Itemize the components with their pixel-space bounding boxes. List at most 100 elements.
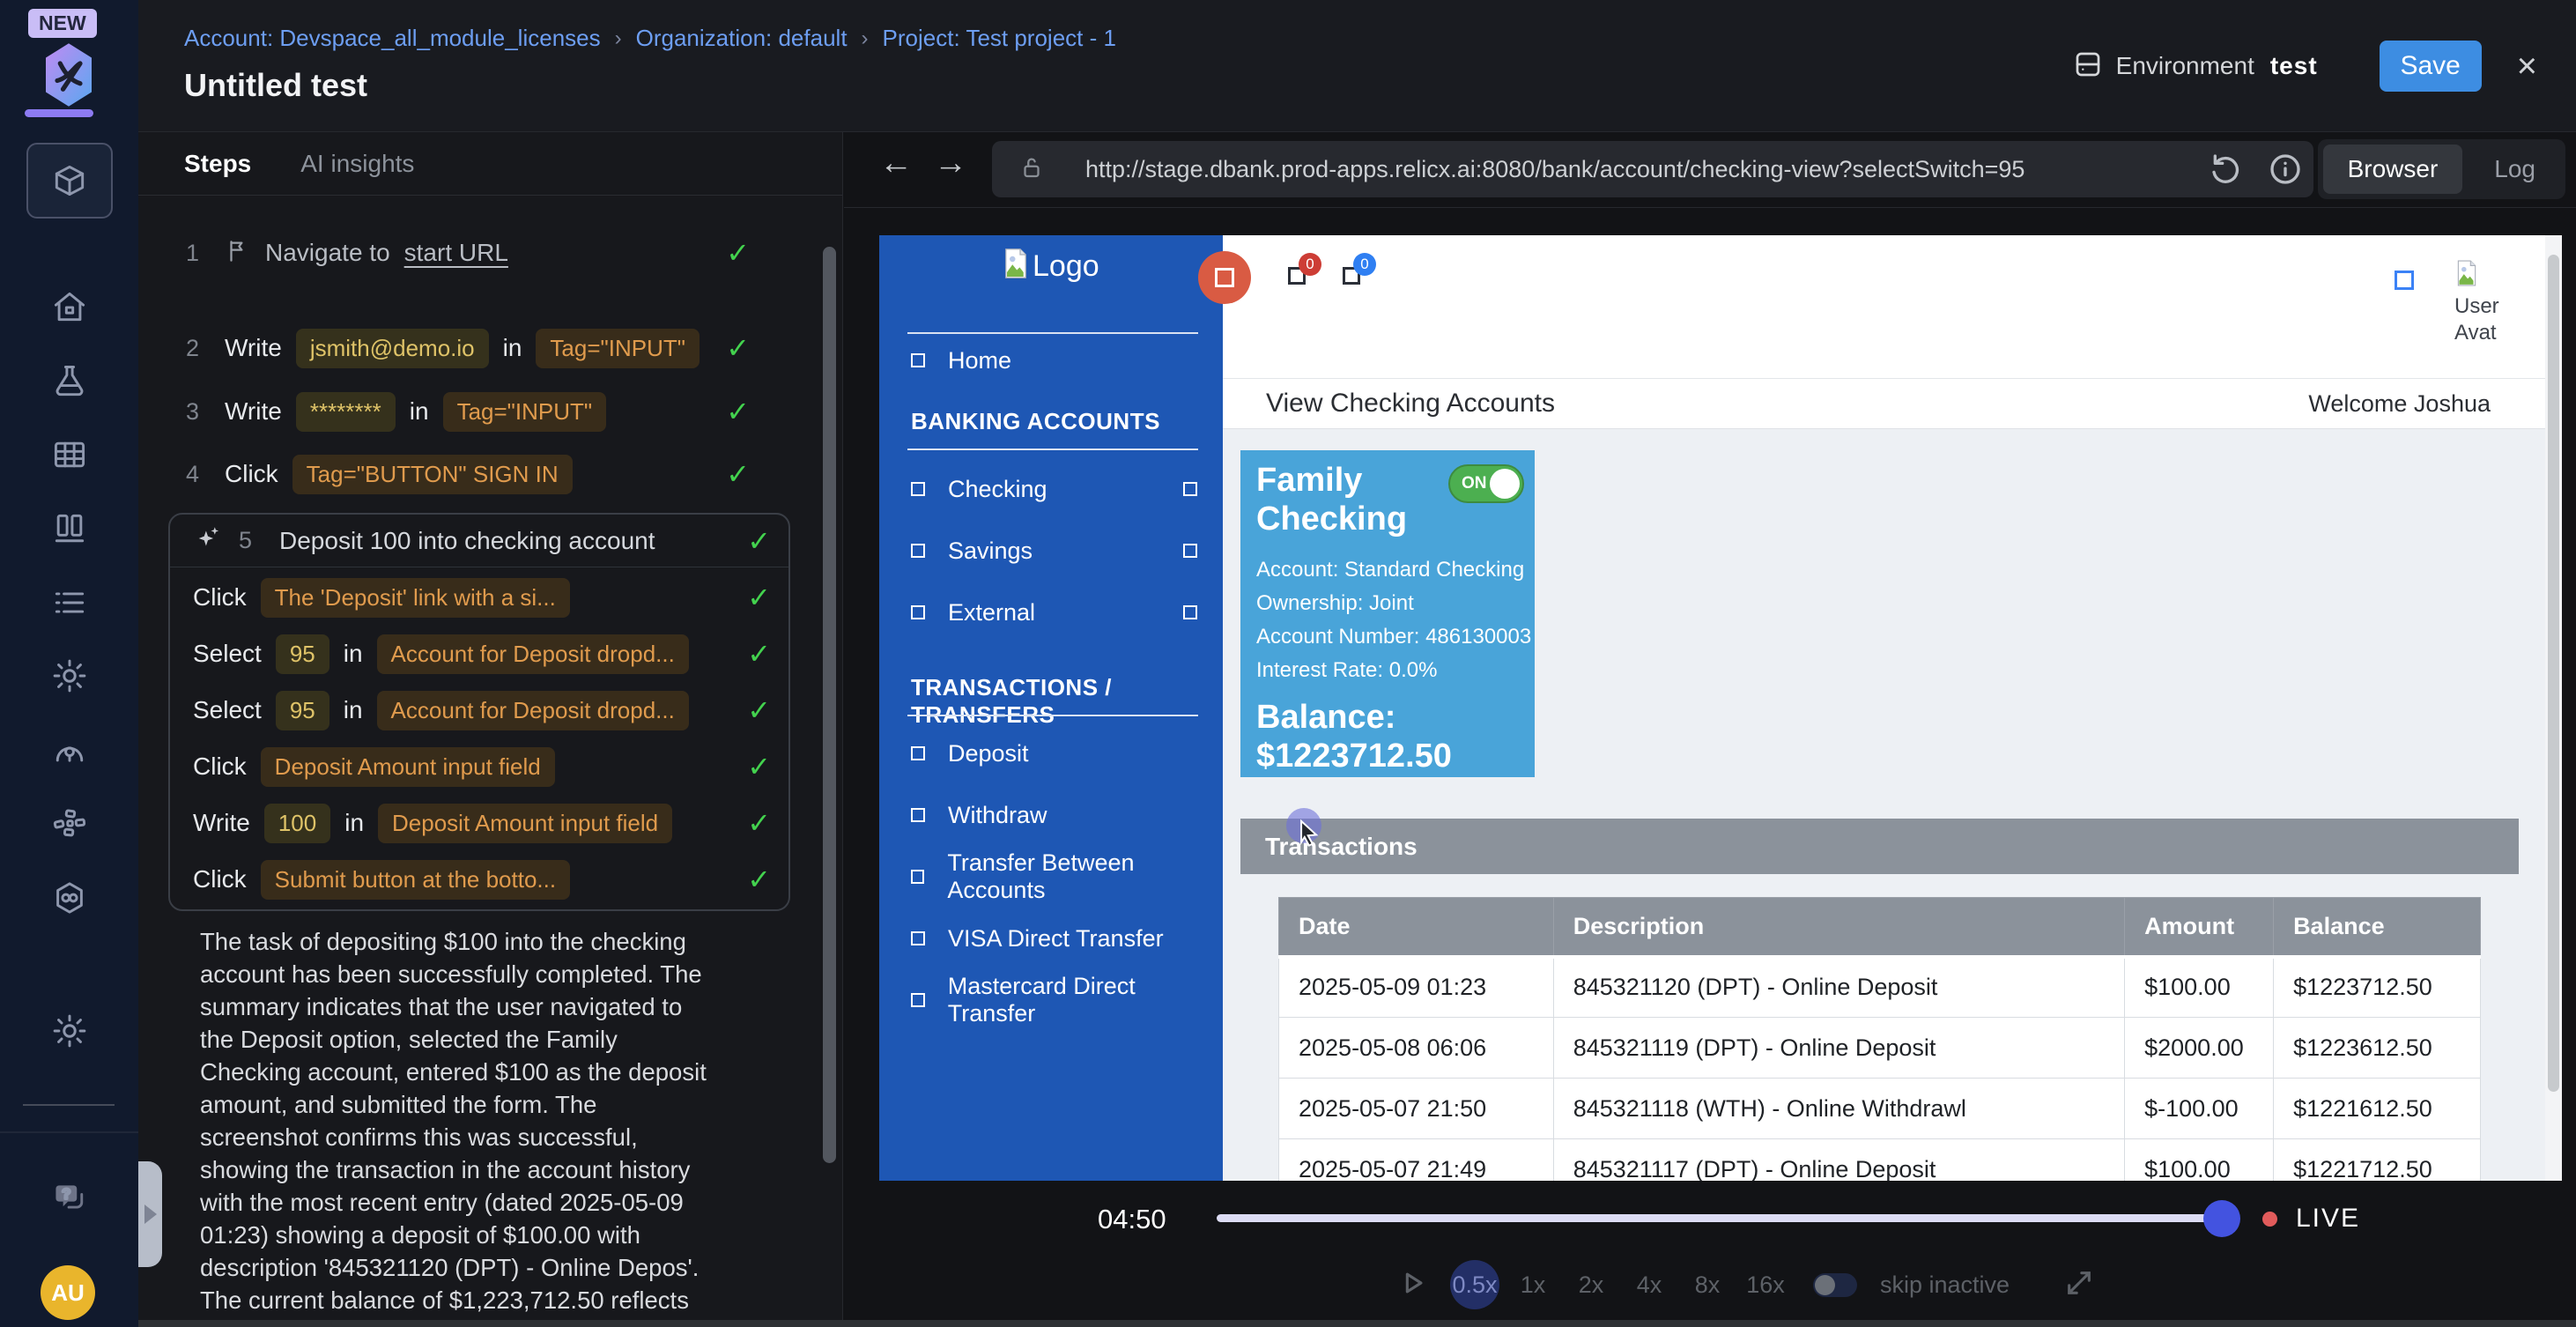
step-target-badge[interactable]: Deposit Amount input field bbox=[261, 747, 555, 787]
tab-ai-insights[interactable]: AI insights bbox=[300, 150, 414, 178]
sidebar-item-home[interactable] bbox=[43, 280, 96, 333]
speed-option-8x[interactable]: 8x bbox=[1683, 1271, 1732, 1299]
nav-item-right-icon[interactable] bbox=[1183, 544, 1197, 558]
step-row[interactable]: Write100inDeposit Amount input field✓ bbox=[170, 800, 788, 846]
tab-log[interactable]: Log bbox=[2469, 145, 2560, 194]
speed-option-16x[interactable]: 16x bbox=[1741, 1271, 1790, 1299]
step-target-badge[interactable]: Account for Deposit dropd... bbox=[377, 634, 689, 674]
speed-option-2x[interactable]: 2x bbox=[1566, 1271, 1616, 1299]
transactions-section-header[interactable]: Transactions bbox=[1240, 819, 2519, 874]
bank-logo[interactable]: Logo bbox=[1003, 248, 1099, 284]
playback-knob[interactable] bbox=[2203, 1200, 2240, 1237]
app-logo-icon[interactable] bbox=[32, 41, 106, 114]
step-row[interactable]: 4ClickTag="BUTTON" SIGN IN✓ bbox=[138, 452, 842, 496]
bank-nav-item-visa-direct-transfer[interactable]: VISA Direct Transfer bbox=[879, 916, 1223, 961]
user-avatar[interactable]: User Avat bbox=[2454, 260, 2525, 346]
breadcrumb-item[interactable]: Account: Devspace_all_module_licenses bbox=[184, 25, 601, 52]
step-row[interactable]: 2Writejsmith@demo.ioinTag="INPUT"✓ bbox=[138, 326, 842, 370]
bank-nav-item-deposit[interactable]: Deposit bbox=[879, 730, 1223, 776]
column-header-date[interactable]: Date bbox=[1279, 898, 1554, 957]
step-target-badge[interactable]: Tag="INPUT" bbox=[443, 392, 607, 432]
sidebar-item-package[interactable] bbox=[26, 143, 113, 219]
bottom-scrollbar[interactable] bbox=[138, 1320, 2576, 1327]
breadcrumb-item[interactable]: Project: Test project - 1 bbox=[883, 25, 1116, 52]
info-icon[interactable] bbox=[2268, 152, 2303, 191]
table-row[interactable]: 2025-05-07 21:50845321118 (WTH) - Online… bbox=[1279, 1079, 2481, 1139]
step-value-badge[interactable]: jsmith@demo.io bbox=[296, 329, 489, 368]
sidebar-item-link[interactable] bbox=[43, 871, 96, 924]
menu-toggle-button[interactable] bbox=[1198, 251, 1251, 304]
step-row[interactable]: ClickSubmit button at the botto...✓ bbox=[170, 856, 788, 902]
back-icon[interactable]: ← bbox=[879, 145, 913, 182]
step-target-badge[interactable]: Submit button at the botto... bbox=[261, 860, 570, 900]
close-icon[interactable]: × bbox=[2517, 48, 2537, 84]
url-bar[interactable]: http://stage.dbank.prod-apps.relicx.ai:8… bbox=[992, 141, 2313, 197]
table-row[interactable]: 2025-05-08 06:06845321119 (DPT) - Online… bbox=[1279, 1018, 2481, 1079]
sidebar-item-support[interactable] bbox=[43, 723, 96, 776]
step-row[interactable]: ClickDeposit Amount input field✓ bbox=[170, 744, 788, 790]
step-value-badge[interactable]: 95 bbox=[276, 634, 329, 674]
reload-icon[interactable] bbox=[2208, 152, 2243, 191]
panel-collapse-handle[interactable] bbox=[138, 1161, 162, 1267]
notifications-icon[interactable] bbox=[2395, 271, 2414, 290]
bank-nav-item-savings[interactable]: Savings bbox=[879, 528, 1223, 574]
forward-icon[interactable]: → bbox=[934, 145, 967, 182]
step-value-badge[interactable]: 95 bbox=[276, 691, 329, 730]
playback-progress-bar[interactable] bbox=[1217, 1214, 2239, 1222]
speed-option-4x[interactable]: 4x bbox=[1625, 1271, 1674, 1299]
steps-scrollbar[interactable] bbox=[823, 247, 836, 1163]
step-group[interactable]: 5Deposit 100 into checking account✓ Click… bbox=[168, 513, 790, 911]
notification-icon-2[interactable]: 0 bbox=[1343, 267, 1360, 289]
sidebar-item-settings[interactable] bbox=[43, 1005, 96, 1057]
table-row[interactable]: 2025-05-09 01:23845321120 (DPT) - Online… bbox=[1279, 957, 2481, 1018]
breadcrumb-item[interactable]: Organization: default bbox=[636, 25, 848, 52]
step-row[interactable]: ClickThe 'Deposit' link with a si...✓ bbox=[170, 575, 788, 620]
speed-option-0.5x[interactable]: 0.5x bbox=[1450, 1260, 1499, 1309]
step-value-badge[interactable]: 100 bbox=[264, 804, 330, 843]
bank-nav-item-mastercard-direct-transfer[interactable]: Mastercard Direct Transfer bbox=[879, 977, 1223, 1023]
step-row[interactable]: 3Write********inTag="INPUT"✓ bbox=[138, 389, 842, 434]
bank-nav-item-home[interactable]: Home bbox=[879, 337, 1223, 383]
step-target-badge[interactable]: Tag="BUTTON" SIGN IN bbox=[292, 455, 573, 494]
step-value-badge[interactable]: ******** bbox=[296, 392, 396, 432]
sidebar-item-flask[interactable] bbox=[43, 355, 96, 408]
step-row[interactable]: Select95inAccount for Deposit dropd...✓ bbox=[170, 687, 788, 733]
skip-inactive-toggle[interactable] bbox=[1813, 1273, 1857, 1297]
page-scrollbar-track[interactable] bbox=[2545, 235, 2562, 1181]
step-row[interactable]: Select95inAccount for Deposit dropd...✓ bbox=[170, 631, 788, 677]
step-row[interactable]: 1Navigate tostart URL✓ bbox=[138, 231, 842, 275]
notification-icon-1[interactable]: 0 bbox=[1288, 267, 1306, 289]
tab-browser[interactable]: Browser bbox=[2323, 145, 2463, 194]
play-icon[interactable] bbox=[1397, 1268, 1427, 1302]
save-button[interactable]: Save bbox=[2380, 41, 2482, 92]
step-target-badge[interactable]: Deposit Amount input field bbox=[378, 804, 672, 843]
column-header-balance[interactable]: Balance bbox=[2274, 898, 2481, 957]
environment-value[interactable]: test bbox=[2270, 52, 2318, 80]
account-card[interactable]: Family Checking ON Account: Standard Che… bbox=[1240, 450, 1535, 777]
nav-item-right-icon[interactable] bbox=[1183, 482, 1197, 496]
fullscreen-icon[interactable] bbox=[2064, 1268, 2094, 1302]
account-toggle[interactable]: ON bbox=[1448, 464, 1524, 503]
speed-option-1x[interactable]: 1x bbox=[1508, 1271, 1558, 1299]
column-header-description[interactable]: Description bbox=[1553, 898, 2124, 957]
table-row[interactable]: 2025-05-07 21:49845321117 (DPT) - Online… bbox=[1279, 1139, 2481, 1182]
column-header-amount[interactable]: Amount bbox=[2125, 898, 2274, 957]
tab-steps[interactable]: Steps bbox=[184, 150, 251, 178]
bank-nav-item-transfer-between-accounts[interactable]: Transfer Between Accounts bbox=[879, 854, 1223, 900]
sidebar-item-settings[interactable] bbox=[43, 649, 96, 702]
sidebar-item-table[interactable] bbox=[43, 428, 96, 481]
page-scrollbar-thumb[interactable] bbox=[2548, 255, 2559, 1092]
bank-nav-item-external[interactable]: External bbox=[879, 589, 1223, 635]
step-target-badge[interactable]: Tag="INPUT" bbox=[536, 329, 700, 368]
bank-nav-item-checking[interactable]: Checking bbox=[879, 466, 1223, 512]
sidebar-item-columns[interactable] bbox=[43, 502, 96, 555]
step-group-header[interactable]: 5Deposit 100 into checking account✓ bbox=[170, 515, 788, 567]
nav-item-right-icon[interactable] bbox=[1183, 605, 1197, 619]
sidebar-item-blocks[interactable] bbox=[43, 797, 96, 850]
bank-nav-item-withdraw[interactable]: Withdraw bbox=[879, 792, 1223, 838]
sidebar-item-help-chat[interactable]: ? bbox=[43, 1172, 96, 1225]
avatar[interactable]: AU bbox=[41, 1265, 95, 1320]
step-link[interactable]: start URL bbox=[404, 239, 508, 267]
step-target-badge[interactable]: The 'Deposit' link with a si... bbox=[261, 578, 570, 618]
step-target-badge[interactable]: Account for Deposit dropd... bbox=[377, 691, 689, 730]
